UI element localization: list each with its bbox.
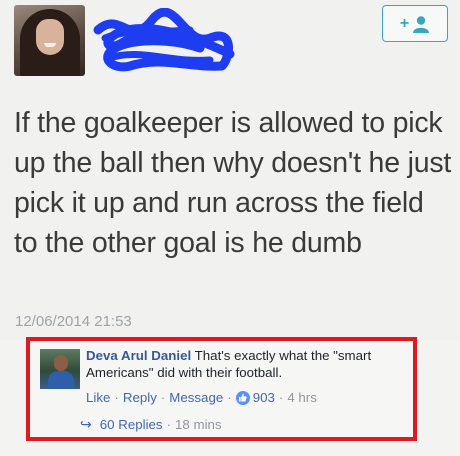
view-replies-link[interactable]: 60 Replies — [100, 417, 163, 432]
separator-dot: · — [114, 390, 119, 405]
message-link[interactable]: Message — [169, 390, 223, 405]
tweet-timestamp: 12/06/2014 21:53 — [15, 313, 132, 330]
reply-arrow-icon: ↪ — [80, 416, 92, 432]
follow-plus-label: + — [399, 14, 410, 32]
replies-row: ↪ 60 Replies · 18 mins — [80, 416, 222, 433]
commenter-avatar[interactable] — [40, 349, 80, 389]
comment-body: Deva Arul Daniel That's exactly what the… — [86, 347, 408, 381]
tweet-author-avatar[interactable] — [14, 5, 85, 76]
add-user-icon — [413, 15, 430, 33]
comment-actions: Like · Reply · Message · 903 · 4 hrs — [86, 390, 317, 405]
redaction-scribble — [93, 8, 235, 72]
commenter-head — [54, 355, 68, 371]
separator-dot: · — [160, 390, 166, 405]
like-count[interactable]: 903 — [253, 390, 275, 405]
replies-time: 18 mins — [175, 417, 222, 432]
commenter-name[interactable]: Deva Arul Daniel — [86, 348, 191, 363]
separator-dot: · — [227, 390, 232, 405]
avatar-face — [36, 19, 64, 55]
highlighted-comment: Deva Arul Daniel That's exactly what the… — [26, 337, 417, 441]
commenter-shirt — [48, 371, 74, 389]
tweet-text: If the goalkeeper is allowed to pick up … — [14, 107, 452, 259]
reply-link[interactable]: Reply — [123, 390, 157, 405]
tweet-card: + If the goalkeeper is allowed to pick u… — [0, 0, 460, 340]
like-thumb-icon[interactable] — [235, 390, 250, 405]
separator-dot: · — [278, 390, 284, 405]
separator-dot: · — [166, 417, 172, 432]
comment-time: 4 hrs — [287, 390, 317, 405]
follow-button[interactable]: + — [382, 5, 448, 42]
like-link[interactable]: Like — [86, 390, 110, 405]
